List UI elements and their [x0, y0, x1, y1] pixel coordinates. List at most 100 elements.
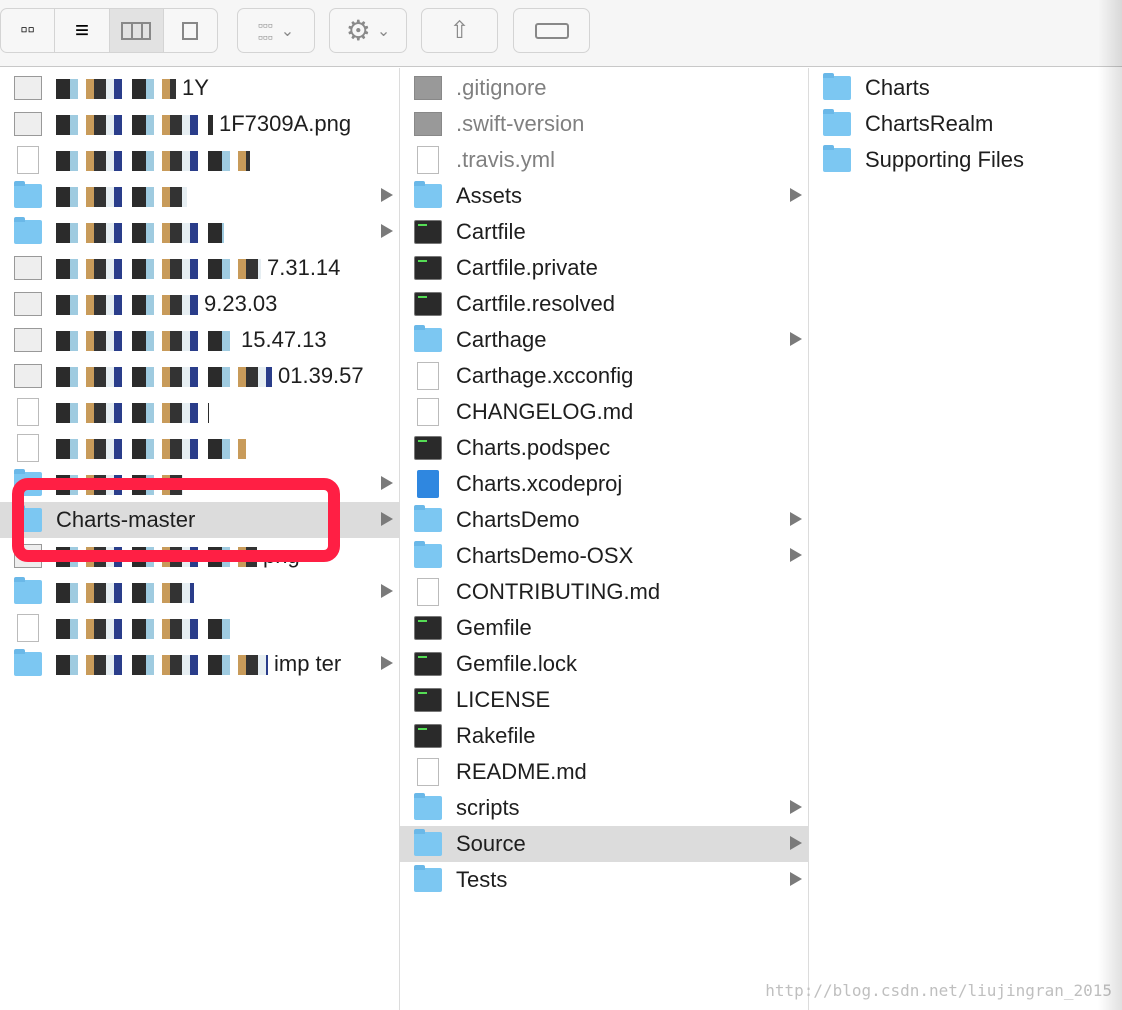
column-charts-master[interactable]: .gitignore .swift-version .travis.yml Asset…: [400, 68, 809, 1010]
image-icon: [14, 256, 42, 280]
list-item[interactable]: Supporting Files: [809, 142, 1122, 178]
disclosure-arrow-icon[interactable]: [381, 188, 393, 202]
list-view-button[interactable]: ≡: [55, 9, 110, 52]
list-item[interactable]: [0, 214, 399, 250]
item-name: [56, 399, 399, 425]
list-item[interactable]: [0, 394, 399, 430]
list-item[interactable]: Tests: [400, 862, 808, 898]
item-name: 7.31.14: [56, 255, 399, 281]
item-name: Charts.xcodeproj: [456, 471, 623, 496]
disclosure-arrow-icon[interactable]: [790, 548, 802, 562]
folder-icon: [14, 217, 42, 244]
disclosure-arrow-icon[interactable]: [790, 836, 802, 850]
list-item[interactable]: Gemfile: [400, 610, 808, 646]
disclosure-arrow-icon[interactable]: [790, 800, 802, 814]
item-name: Carthage.xcconfig: [456, 363, 634, 388]
list-item[interactable]: Source: [400, 826, 808, 862]
list-item[interactable]: [0, 574, 399, 610]
disclosure-arrow-icon[interactable]: [790, 188, 802, 202]
list-item[interactable]: ChartsRealm: [809, 106, 1122, 142]
list-item[interactable]: Assets: [400, 178, 808, 214]
view-mode-segmented-control[interactable]: ▫▫ ≡: [0, 8, 218, 53]
list-item[interactable]: Charts.podspec: [400, 430, 808, 466]
list-item[interactable]: .gitignore: [400, 70, 808, 106]
disclosure-arrow-icon[interactable]: [381, 476, 393, 490]
redacted-mosaic: [56, 223, 224, 244]
gray-icon: [414, 76, 442, 100]
item-name: [56, 435, 399, 461]
item-name: README.md: [456, 759, 587, 784]
list-item[interactable]: 01.39.57: [0, 358, 399, 394]
item-name: ChartsRealm: [865, 111, 994, 136]
doc-icon: [417, 758, 439, 786]
list-item[interactable]: Gemfile.lock: [400, 646, 808, 682]
list-item[interactable]: .swift-version: [400, 106, 808, 142]
grid-icon: ▫▫: [20, 19, 35, 41]
list-item[interactable]: Cartfile: [400, 214, 808, 250]
list-item[interactable]: Charts.xcodeproj: [400, 466, 808, 502]
list-icon: ≡: [74, 16, 89, 44]
list-item[interactable]: ChartsDemo-OSX: [400, 538, 808, 574]
item-name: Cartfile.private: [456, 255, 598, 280]
item-name: .swift-version: [456, 111, 585, 136]
exec-icon: [414, 436, 442, 460]
disclosure-arrow-icon[interactable]: [790, 332, 802, 346]
exec-icon: [414, 688, 442, 712]
redacted-mosaic: [56, 439, 246, 460]
disclosure-arrow-icon[interactable]: [790, 512, 802, 526]
item-name: Assets: [456, 183, 523, 208]
tag-icon: [534, 22, 569, 39]
share-icon: ⇧: [449, 17, 470, 44]
column-view-button[interactable]: [109, 9, 164, 52]
cover-flow-icon: [182, 21, 199, 40]
action-button[interactable]: ⚙ ⌄: [329, 8, 407, 53]
exec-icon: [414, 616, 442, 640]
item-name-fragment: 7.31.14: [267, 255, 341, 280]
list-item[interactable]: ChartsDemo: [400, 502, 808, 538]
list-item[interactable]: 9.23.03: [0, 286, 399, 322]
doc-icon: [417, 578, 439, 606]
tags-button[interactable]: [513, 8, 590, 53]
disclosure-arrow-icon[interactable]: [381, 584, 393, 598]
list-item[interactable]: LICENSE: [400, 682, 808, 718]
disclosure-arrow-icon[interactable]: [381, 224, 393, 238]
disclosure-arrow-icon[interactable]: [381, 512, 393, 526]
arrange-button[interactable]: ▫▫▫ ▫▫▫ ⌄: [237, 8, 315, 53]
list-item[interactable]: .travis.yml: [400, 142, 808, 178]
list-item[interactable]: [0, 178, 399, 214]
item-name-fragment: 15.47.13: [241, 327, 327, 352]
list-item[interactable]: CONTRIBUTING.md: [400, 574, 808, 610]
disclosure-arrow-icon[interactable]: [790, 872, 802, 886]
folder-icon: [823, 73, 851, 100]
list-item[interactable]: CHANGELOG.md: [400, 394, 808, 430]
list-item[interactable]: README.md: [400, 754, 808, 790]
image-icon: [14, 364, 42, 388]
redacted-mosaic: [56, 259, 261, 280]
disclosure-arrow-icon[interactable]: [381, 656, 393, 670]
cover-flow-button[interactable]: [164, 9, 217, 52]
list-item[interactable]: Carthage.xcconfig: [400, 358, 808, 394]
list-item[interactable]: Carthage: [400, 322, 808, 358]
list-item[interactable]: [0, 142, 399, 178]
column-source[interactable]: Charts ChartsRealm Supporting Files: [809, 68, 1122, 1010]
list-item[interactable]: [0, 610, 399, 646]
item-name: CONTRIBUTING.md: [456, 579, 661, 604]
list-item[interactable]: 1F7309A.png: [0, 106, 399, 142]
list-item[interactable]: Cartfile.private: [400, 250, 808, 286]
list-item[interactable]: scripts: [400, 790, 808, 826]
share-button[interactable]: ⇧: [421, 8, 498, 53]
list-item[interactable]: imp ter: [0, 646, 399, 682]
list-item[interactable]: 1Y: [0, 70, 399, 106]
gear-icon: ⚙: [345, 15, 371, 46]
icon-view-button[interactable]: ▫▫: [1, 9, 56, 52]
list-item[interactable]: [0, 430, 399, 466]
folder-icon: [14, 577, 42, 604]
list-item[interactable]: Charts: [809, 70, 1122, 106]
list-item[interactable]: Rakefile: [400, 718, 808, 754]
window-shadow: [1098, 0, 1122, 1010]
list-item[interactable]: Cartfile.resolved: [400, 286, 808, 322]
list-item[interactable]: 7.31.14: [0, 250, 399, 286]
list-item[interactable]: 15.47.13: [0, 322, 399, 358]
text-doc-icon: [17, 146, 39, 174]
item-name: 1Y: [56, 75, 399, 101]
